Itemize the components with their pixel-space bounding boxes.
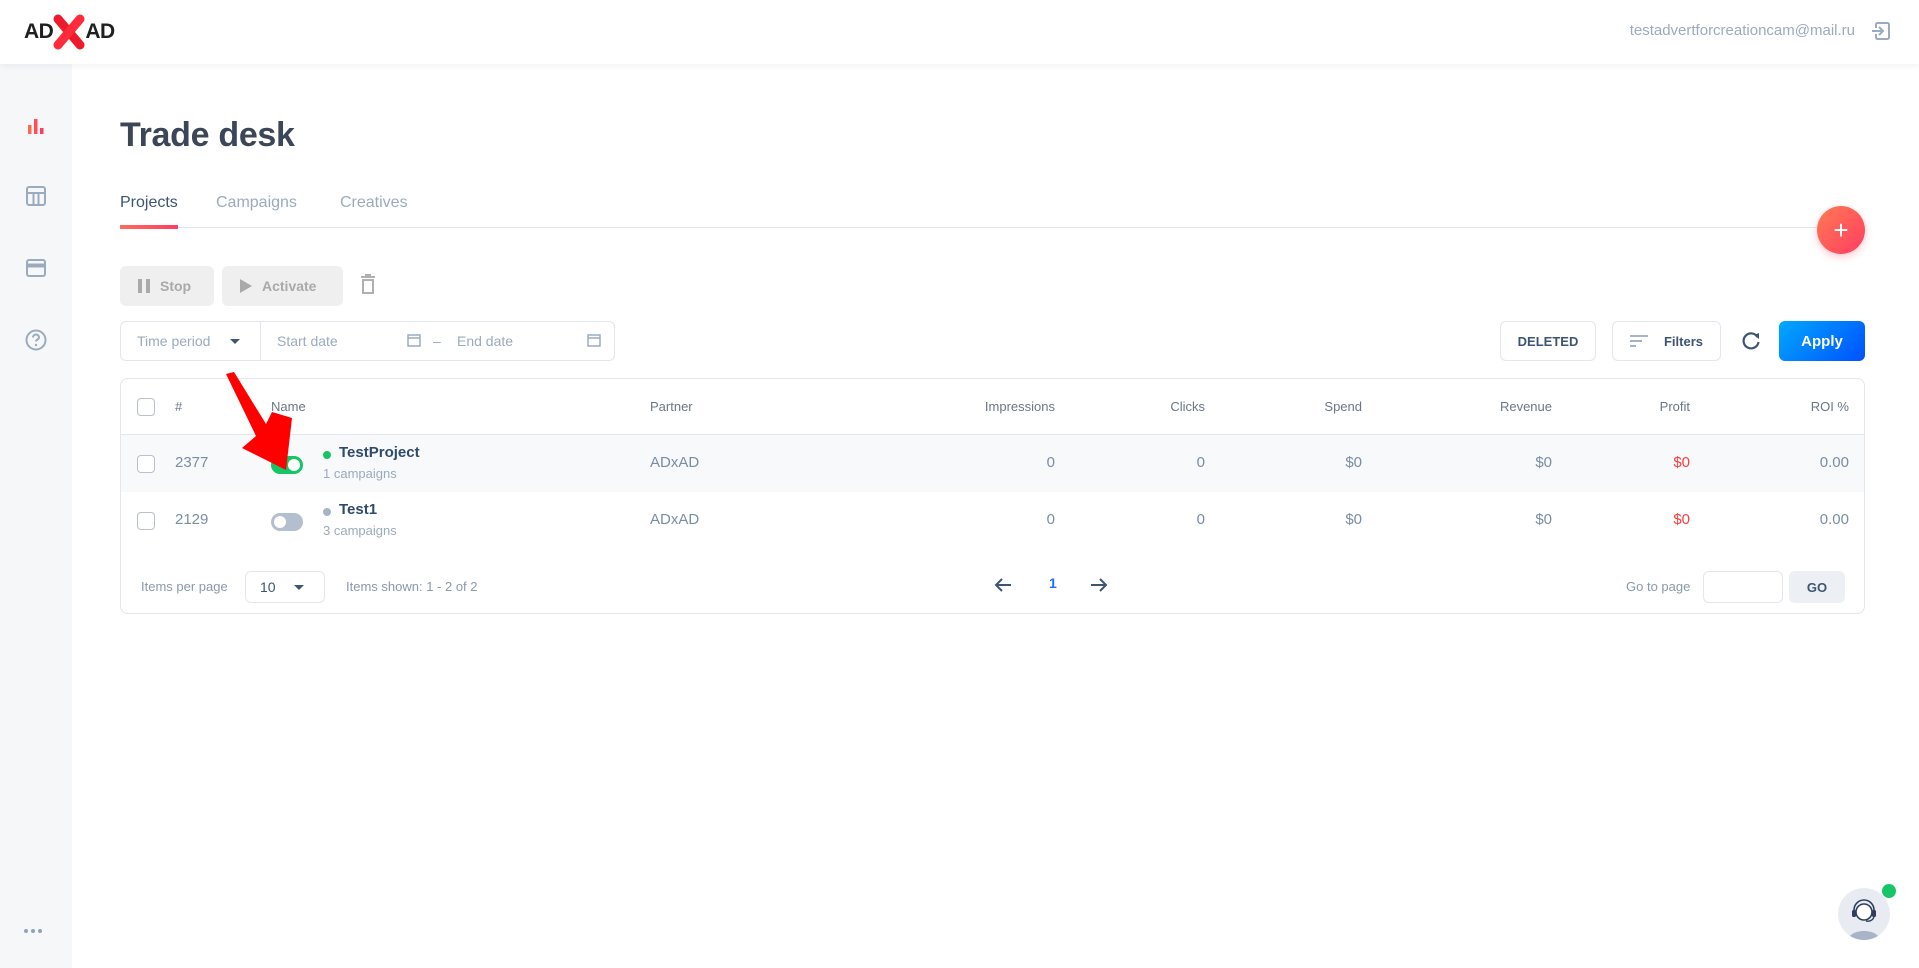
adxad-logo[interactable]: AD AD — [24, 12, 115, 52]
tab-projects[interactable]: Projects — [120, 194, 178, 229]
caret-down-icon — [294, 585, 304, 590]
row-checkbox[interactable] — [137, 512, 155, 530]
page-title: Trade desk — [120, 116, 295, 154]
arrow-left-icon[interactable] — [993, 575, 1013, 595]
bar-chart-icon — [28, 119, 44, 134]
row-id: 2377 — [175, 454, 209, 471]
activate-button[interactable]: Activate — [222, 266, 343, 306]
revenue: $0 — [1535, 511, 1552, 528]
caret-down-icon — [230, 339, 240, 344]
end-date-input[interactable]: End date — [457, 322, 513, 360]
sidebar — [0, 64, 72, 968]
spend: $0 — [1345, 511, 1362, 528]
partner: ADxAD — [650, 454, 700, 471]
column-id[interactable]: # — [175, 399, 182, 414]
roi: 0.00 — [1819, 454, 1849, 471]
campaigns-count: 3 campaigns — [323, 523, 397, 538]
partner: ADxAD — [650, 511, 700, 528]
tab-creatives[interactable]: Creatives — [340, 194, 408, 228]
top-bar: AD AD testadvertforcreationcam@mail.ru — [0, 0, 1919, 64]
date-filter: Time period Start date – End date — [120, 321, 615, 361]
items-per-page-select[interactable]: 10 — [245, 571, 325, 603]
calendar-icon[interactable] — [407, 333, 421, 347]
tab-campaigns[interactable]: Campaigns — [216, 194, 297, 228]
refresh-icon[interactable] — [1740, 330, 1762, 352]
profit: $0 — [1673, 454, 1690, 471]
go-to-page-label: Go to page — [1626, 579, 1691, 594]
filter-lines-icon — [1629, 335, 1648, 347]
status-dot-active — [323, 451, 331, 459]
online-status-dot — [1882, 884, 1896, 898]
column-partner[interactable]: Partner — [650, 399, 693, 414]
status-toggle-on[interactable] — [271, 456, 303, 474]
revenue: $0 — [1535, 454, 1552, 471]
page-number[interactable]: 1 — [1049, 575, 1057, 591]
date-separator: – — [433, 333, 441, 349]
table-icon — [26, 186, 46, 206]
play-icon — [240, 279, 252, 293]
sidebar-item-trade-desk[interactable] — [22, 182, 50, 210]
logout-icon[interactable] — [1869, 20, 1891, 42]
clicks: 0 — [1196, 511, 1205, 528]
roi: 0.00 — [1819, 511, 1849, 528]
support-chat-button[interactable] — [1838, 888, 1890, 940]
user-email[interactable]: testadvertforcreationcam@mail.ru — [1630, 22, 1855, 39]
project-name-link[interactable]: TestProject — [339, 444, 420, 461]
calendar-icon[interactable] — [587, 333, 601, 347]
go-button[interactable]: GO — [1789, 571, 1845, 603]
items-shown: Items shown: 1 - 2 of 2 — [346, 579, 478, 594]
tabs: Projects Campaigns Creatives — [120, 194, 1865, 229]
column-spend[interactable]: Spend — [1324, 399, 1362, 414]
filters-button[interactable]: Filters — [1612, 321, 1721, 361]
credit-card-icon — [26, 259, 46, 277]
apply-button[interactable]: Apply — [1779, 321, 1865, 361]
column-profit[interactable]: Profit — [1660, 399, 1690, 414]
trash-icon[interactable] — [360, 274, 376, 294]
column-clicks[interactable]: Clicks — [1170, 399, 1205, 414]
impressions: 0 — [1046, 454, 1055, 471]
stop-button[interactable]: Stop — [120, 266, 214, 306]
help-circle-icon — [25, 329, 47, 351]
row-id: 2129 — [175, 511, 209, 528]
start-date-input[interactable]: Start date — [277, 322, 338, 360]
column-name[interactable]: Name — [271, 399, 306, 414]
column-roi[interactable]: ROI % — [1811, 399, 1849, 414]
sidebar-item-statistics[interactable] — [22, 112, 50, 140]
projects-table: # Name Partner Impressions Clicks Spend … — [120, 378, 1865, 614]
select-all-checkbox[interactable] — [137, 398, 155, 416]
status-dot-inactive — [323, 508, 331, 516]
deleted-button[interactable]: DELETED — [1500, 321, 1596, 361]
table-header: # Name Partner Impressions Clicks Spend … — [121, 379, 1864, 435]
column-revenue[interactable]: Revenue — [1500, 399, 1552, 414]
impressions: 0 — [1046, 511, 1055, 528]
table-row[interactable]: 2377 TestProject 1 campaigns ADxAD 0 0 $… — [121, 435, 1864, 492]
add-project-button[interactable]: + — [1817, 206, 1865, 254]
support-agent-icon — [1848, 899, 1880, 940]
sidebar-item-help[interactable] — [22, 326, 50, 354]
status-toggle-off[interactable] — [271, 513, 303, 531]
campaigns-count: 1 campaigns — [323, 466, 397, 481]
project-name-link[interactable]: Test1 — [339, 501, 377, 518]
more-horizontal-icon[interactable] — [24, 926, 48, 936]
pagination: Items per page 10 Items shown: 1 - 2 of … — [121, 557, 1864, 613]
spend: $0 — [1345, 454, 1362, 471]
profit: $0 — [1673, 511, 1690, 528]
plus-icon: + — [1833, 214, 1849, 245]
row-checkbox[interactable] — [137, 455, 155, 473]
time-period-select[interactable]: Time period — [121, 322, 261, 360]
go-to-page-input[interactable] — [1703, 571, 1783, 603]
logo-x-icon — [53, 14, 85, 50]
column-impressions[interactable]: Impressions — [985, 399, 1055, 414]
table-row[interactable]: 2129 Test1 3 campaigns ADxAD 0 0 $0 $0 $… — [121, 492, 1864, 549]
clicks: 0 — [1196, 454, 1205, 471]
sidebar-item-billing[interactable] — [22, 254, 50, 282]
items-per-page-label: Items per page — [141, 579, 228, 594]
pause-icon — [138, 279, 150, 293]
arrow-right-icon[interactable] — [1089, 575, 1109, 595]
